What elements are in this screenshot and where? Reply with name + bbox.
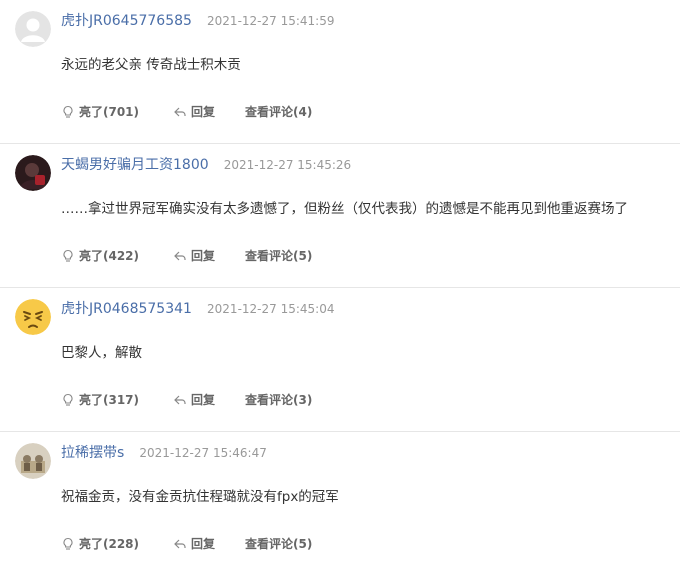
- view-replies-button[interactable]: 查看评论(5): [245, 533, 312, 555]
- like-label: 亮了(701): [79, 105, 140, 119]
- view-replies-label: 查看评论(5): [245, 537, 313, 551]
- lightbulb-icon: [61, 537, 75, 551]
- comment-actions: 亮了(422) 回复 查看评论(5): [61, 245, 346, 267]
- comment-meta: 虎扑JR0645776585 2021-12-27 15:41:59: [61, 10, 334, 30]
- default-avatar-icon: [15, 11, 51, 47]
- reply-arrow-icon: [173, 393, 187, 407]
- reply-label: 回复: [191, 393, 216, 407]
- view-replies-button[interactable]: 查看评论(5): [245, 245, 312, 267]
- comment-text: ……拿过世界冠军确实没有太多遗憾了，但粉丝（仅代表我）的遗憾是不能再见到他重返赛…: [61, 201, 628, 217]
- view-replies-button[interactable]: 查看评论(3): [245, 389, 312, 411]
- like-button[interactable]: 亮了(701): [61, 101, 139, 123]
- reply-label: 回复: [191, 537, 216, 551]
- lightbulb-icon: [61, 105, 75, 119]
- comment-text: 祝福金贡，没有金贡抗住程璐就没有fpx的冠军: [61, 489, 339, 505]
- comment-item: 拉稀摆带s 2021-12-27 15:46:47 祝福金贡，没有金贡抗住程璐就…: [0, 432, 680, 576]
- username-link[interactable]: 拉稀摆带s: [61, 445, 124, 461]
- comment-time: 2021-12-27 15:46:47: [139, 446, 267, 460]
- view-replies-label: 查看评论(4): [245, 105, 313, 119]
- photo-avatar-icon: [15, 155, 51, 191]
- comment-meta: 虎扑JR0468575341 2021-12-27 15:45:04: [61, 298, 334, 318]
- reply-button[interactable]: 回复: [173, 245, 215, 267]
- like-button[interactable]: 亮了(317): [61, 389, 139, 411]
- lightbulb-icon: [61, 393, 75, 407]
- comment-item: 虎扑JR0645776585 2021-12-27 15:41:59 永远的老父…: [0, 0, 680, 144]
- photo-avatar-icon: [15, 443, 51, 479]
- lightbulb-icon: [61, 249, 75, 263]
- reply-label: 回复: [191, 249, 216, 263]
- avatar[interactable]: [15, 443, 51, 479]
- comment-meta: 天蝎男好骗月工资1800 2021-12-27 15:45:26: [61, 154, 351, 174]
- reply-button[interactable]: 回复: [173, 533, 215, 555]
- comment-time: 2021-12-27 15:41:59: [207, 14, 335, 28]
- like-label: 亮了(422): [79, 249, 140, 263]
- comment-item: 天蝎男好骗月工资1800 2021-12-27 15:45:26 ……拿过世界冠…: [0, 144, 680, 288]
- comment-meta: 拉稀摆带s 2021-12-27 15:46:47: [61, 442, 267, 462]
- comment-text: 巴黎人，解散: [61, 345, 142, 361]
- reply-button[interactable]: 回复: [173, 389, 215, 411]
- reply-arrow-icon: [173, 537, 187, 551]
- username-link[interactable]: 虎扑JR0645776585: [61, 13, 192, 29]
- avatar[interactable]: [15, 155, 51, 191]
- like-label: 亮了(317): [79, 393, 140, 407]
- username-link[interactable]: 天蝎男好骗月工资1800: [61, 157, 209, 173]
- comment-actions: 亮了(317) 回复 查看评论(3): [61, 389, 346, 411]
- reply-button[interactable]: 回复: [173, 101, 215, 123]
- comment-actions: 亮了(228) 回复 查看评论(5): [61, 533, 346, 555]
- view-replies-label: 查看评论(5): [245, 249, 313, 263]
- comment-time: 2021-12-27 15:45:26: [223, 158, 352, 172]
- username-link[interactable]: 虎扑JR0468575341: [61, 301, 192, 317]
- avatar[interactable]: [15, 11, 51, 47]
- like-button[interactable]: 亮了(228): [61, 533, 139, 555]
- view-replies-button[interactable]: 查看评论(4): [245, 101, 312, 123]
- view-replies-label: 查看评论(3): [245, 393, 313, 407]
- reply-arrow-icon: [173, 105, 187, 119]
- emoji-face-avatar-icon: [15, 299, 51, 335]
- avatar[interactable]: [15, 299, 51, 335]
- comment-actions: 亮了(701) 回复 查看评论(4): [61, 101, 346, 123]
- comment-item: 虎扑JR0468575341 2021-12-27 15:45:04 巴黎人，解…: [0, 288, 680, 432]
- like-label: 亮了(228): [79, 537, 140, 551]
- reply-label: 回复: [191, 105, 216, 119]
- like-button[interactable]: 亮了(422): [61, 245, 139, 267]
- comment-time: 2021-12-27 15:45:04: [207, 302, 335, 316]
- reply-arrow-icon: [173, 249, 187, 263]
- comment-text: 永远的老父亲 传奇战士积木贡: [61, 57, 241, 73]
